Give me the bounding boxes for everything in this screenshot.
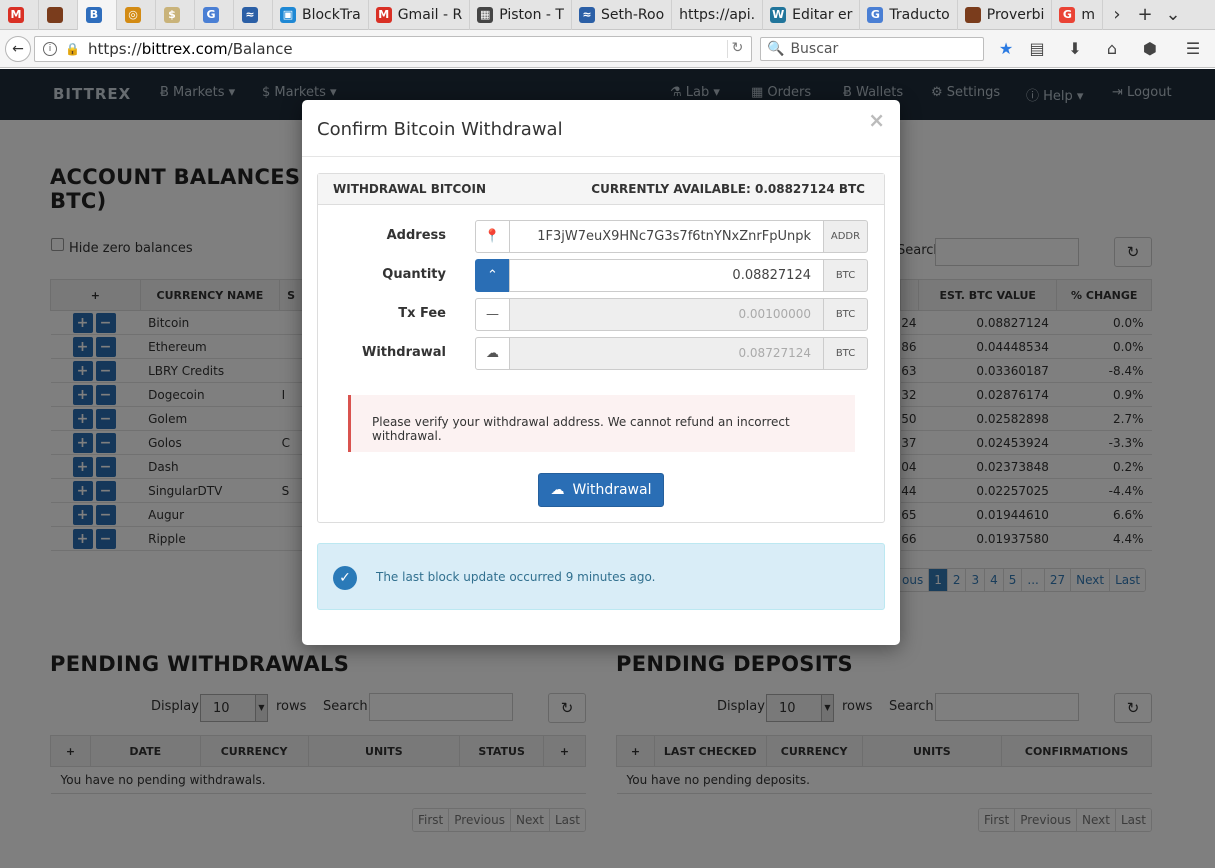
tab-favicon-icon: G [867, 6, 884, 23]
tab-favicon-icon: ▦ [477, 6, 494, 23]
tab-title: Piston - T [499, 6, 564, 23]
panel-header: WITHDRAWAL BITCOIN CURRENTLY AVAILABLE: … [318, 174, 884, 205]
minus-icon: — [475, 298, 510, 331]
tab-favicon-icon: ≈ [242, 6, 258, 23]
tab-title: Traducto [889, 6, 950, 23]
browser-tab-bar: M B ◎ $ G ≈ ▣ BlockTra M Gmail - R ▦ Piston - T ≈ Set… [0, 0, 1215, 30]
tab-favicon-icon: $ [164, 6, 180, 23]
menu-icon[interactable]: ☰ [1182, 39, 1204, 59]
txfee-label: Tx Fee [398, 306, 446, 321]
tab-title: https://api. [679, 6, 756, 23]
tab-favicon-icon: ▣ [280, 6, 296, 23]
tab-title: Proverbi [986, 6, 1045, 23]
tab-title: BlockTra [302, 6, 361, 23]
tab-title: Editar er [792, 6, 853, 23]
tab-favicon-icon: ≈ [578, 6, 595, 23]
browser-search-input[interactable]: 🔍 Buscar [760, 37, 984, 61]
withdrawal-row: Withdrawal ☁ 0.08727124 BTC [318, 337, 884, 370]
address-row: Address 📍 1F3jW7euX9HNc7G3s7f6tnYNxZnrFp… [318, 220, 884, 253]
tab-favicon-icon: M [8, 6, 24, 23]
home-icon[interactable]: ⌂ [1101, 39, 1123, 59]
browser-tab[interactable]: ≈ [234, 0, 273, 30]
reading-list-icon[interactable]: ▤ [1026, 39, 1048, 59]
browser-tab[interactable]: W Editar er [763, 0, 861, 30]
withdrawal-unit: BTC [823, 337, 868, 370]
check-circle-icon: ✓ [333, 566, 357, 590]
tab-favicon-icon: B [86, 6, 102, 23]
browser-tab[interactable]: Proverbi [958, 0, 1053, 30]
tab-favicon-icon: M [375, 6, 392, 23]
max-quantity-button[interactable]: ⌃ [475, 259, 510, 292]
quantity-input[interactable]: 0.08827124 [509, 259, 824, 292]
tab-favicon-icon: G [1059, 6, 1076, 23]
browser-tab[interactable]: B [78, 0, 117, 30]
warning-alert: Please verify your withdrawal address. W… [348, 395, 855, 452]
txfee-unit: BTC [823, 298, 868, 331]
tab-favicon-icon [47, 6, 63, 23]
block-update-text: The last block update occurred 9 minutes… [376, 570, 656, 584]
tab-favicon-icon [964, 6, 981, 23]
url-bar[interactable]: i 🔒 https://bittrex.com/Balance ↻ [34, 36, 752, 62]
browser-tab[interactable]: G [195, 0, 234, 30]
map-pin-icon: 📍 [475, 220, 510, 253]
withdrawal-label: Withdrawal [362, 345, 446, 360]
browser-tab[interactable]: https://api. [672, 0, 764, 30]
tab-favicon-icon: ◎ [125, 6, 141, 23]
browser-tab[interactable]: ◎ [117, 0, 156, 30]
warning-text: Please verify your withdrawal address. W… [372, 415, 790, 443]
cloud-upload-icon: ☁ [550, 482, 565, 498]
browser-tab[interactable] [39, 0, 78, 30]
browser-tab[interactable]: $ [156, 0, 195, 30]
back-button[interactable]: ← [5, 35, 31, 62]
address-input[interactable]: 1F3jW7euX9HNc7G3s7f6tnYNxZnrFpUnpk [509, 220, 824, 253]
close-icon[interactable]: × [868, 108, 885, 132]
quantity-unit: BTC [823, 259, 868, 292]
tab-title: m [1081, 6, 1096, 23]
block-update-info: ✓ The last block update occurred 9 minut… [317, 543, 885, 610]
browser-tab[interactable]: M [0, 0, 39, 30]
browser-tab[interactable]: ≈ Seth-Roo [572, 0, 673, 30]
tab-favicon-icon: G [203, 6, 219, 23]
withdrawal-modal: Confirm Bitcoin Withdrawal × WITHDRAWAL … [302, 100, 900, 645]
panel-heading: WITHDRAWAL BITCOIN [333, 182, 486, 196]
search-icon: 🔍 [767, 41, 785, 57]
withdrawal-button[interactable]: ☁ Withdrawal [538, 473, 664, 507]
scroll-tabs-right-icon[interactable]: › [1103, 0, 1131, 30]
tab-title: Gmail - R [397, 6, 463, 23]
browser-tab[interactable]: Gm [1052, 0, 1104, 30]
browser-tab[interactable]: M Gmail - R [369, 0, 471, 30]
lock-icon: 🔒 [65, 42, 80, 56]
new-tab-button[interactable]: + [1131, 0, 1159, 30]
withdrawal-panel: WITHDRAWAL BITCOIN CURRENTLY AVAILABLE: … [317, 173, 885, 523]
tab-list-icon[interactable]: ⌄ [1159, 0, 1187, 30]
url-text: https://bittrex.com/Balance [87, 40, 293, 58]
bookmark-star-icon[interactable]: ★ [995, 39, 1017, 59]
download-icon[interactable]: ⬇ [1064, 39, 1086, 59]
address-label: Address [386, 228, 446, 243]
browser-toolbar: ← i 🔒 https://bittrex.com/Balance ↻ 🔍 Bus… [0, 30, 1215, 68]
quantity-row: Quantity ⌃ 0.08827124 BTC [318, 259, 884, 292]
browser-tab[interactable]: ▣ BlockTra [273, 0, 369, 30]
reload-icon[interactable]: ↻ [727, 40, 747, 58]
modal-title: Confirm Bitcoin Withdrawal [317, 119, 563, 140]
browser-tab[interactable]: ▦ Piston - T [470, 0, 572, 30]
tab-title: Seth-Roo [600, 6, 665, 23]
browser-tab[interactable]: G Traducto [860, 0, 958, 30]
withdrawal-amount-input: 0.08727124 [509, 337, 824, 370]
txfee-row: Tx Fee — 0.00100000 BTC [318, 298, 884, 331]
chevron-double-up-icon: ⌃ [487, 268, 498, 283]
cloud-upload-icon: ☁ [475, 337, 510, 370]
tab-favicon-icon: W [770, 6, 787, 23]
available-balance: CURRENTLY AVAILABLE: 0.08827124 BTC [591, 182, 865, 196]
site-info-icon[interactable]: i [43, 42, 57, 56]
quantity-label: Quantity [382, 267, 446, 282]
pocket-icon[interactable]: ⬢ [1139, 39, 1161, 59]
address-addon: ADDR [823, 220, 868, 253]
divider [302, 156, 900, 157]
txfee-input: 0.00100000 [509, 298, 824, 331]
